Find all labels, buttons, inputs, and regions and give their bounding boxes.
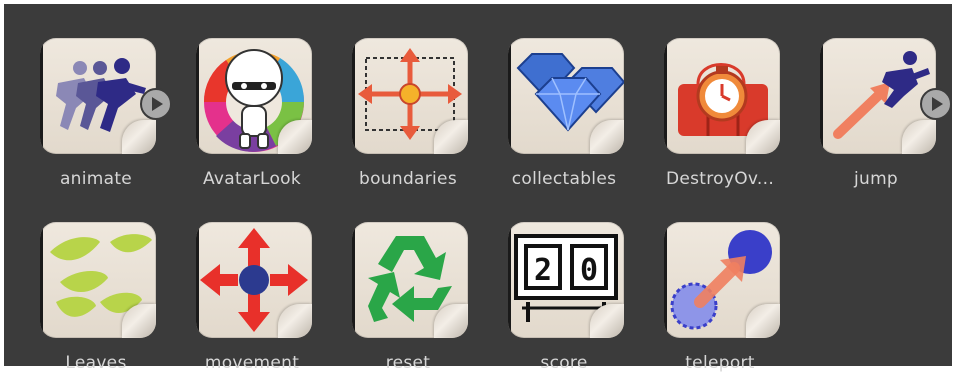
asset-item-destroyov[interactable]: DestroyOv... — [636, 12, 786, 189]
asset-label: boundaries — [359, 169, 457, 189]
asset-label: Leaves — [65, 353, 127, 373]
asset-thumbnail[interactable] — [820, 38, 936, 154]
asset-label: jump — [853, 169, 899, 189]
asset-thumbnail[interactable] — [664, 222, 780, 338]
asset-label: DestroyOv... — [665, 169, 775, 189]
asset-label: score — [540, 353, 588, 373]
move-arrows-icon — [200, 228, 308, 332]
recycle-icon — [368, 236, 452, 322]
asset-item-reset[interactable]: reset — [324, 196, 474, 373]
asset-thumbnail[interactable] — [196, 222, 312, 338]
asset-label: reset — [385, 353, 431, 373]
asset-item-animate[interactable]: animate — [12, 12, 172, 189]
asset-label: animate — [59, 169, 133, 189]
asset-item-jump[interactable]: jump — [792, 12, 952, 189]
asset-item-score[interactable]: 2 0 score — [480, 196, 630, 373]
running-figures-icon — [56, 58, 146, 132]
asset-thumbnail[interactable] — [352, 38, 468, 154]
asset-item-movement[interactable]: movement — [168, 196, 318, 373]
leaves-icon — [50, 234, 152, 317]
boundary-arrows-icon — [358, 48, 462, 140]
asset-item-boundaries[interactable]: boundaries — [324, 12, 474, 189]
asset-browser-panel: animate AvatarLook boundaries collectabl… — [4, 4, 952, 373]
asset-thumbnail[interactable] — [196, 38, 312, 154]
asset-label: collectables — [511, 169, 617, 189]
asset-thumbnail[interactable] — [664, 38, 780, 154]
score-digit-1: 2 — [534, 253, 552, 288]
scoreboard-icon: 2 0 — [514, 234, 618, 322]
asset-thumbnail[interactable] — [508, 38, 624, 154]
avatar-color-wheel-icon — [203, 49, 305, 152]
jumping-figure-icon — [833, 51, 930, 139]
gems-icon — [516, 53, 624, 132]
asset-item-leaves[interactable]: Leaves — [12, 196, 162, 373]
asset-thumbnail[interactable] — [40, 38, 156, 154]
asset-thumbnail[interactable] — [40, 222, 156, 338]
expand-arrow-button[interactable] — [920, 88, 952, 120]
asset-label: movement — [204, 353, 300, 373]
asset-item-avatarlook[interactable]: AvatarLook — [168, 12, 318, 189]
bomb-timer-icon — [678, 63, 768, 136]
asset-thumbnail[interactable]: 2 0 — [508, 222, 624, 338]
asset-label: teleport — [685, 353, 755, 373]
teleport-icon — [670, 230, 772, 330]
score-digit-2: 0 — [580, 253, 598, 288]
asset-label: AvatarLook — [202, 169, 301, 189]
asset-thumbnail[interactable] — [352, 222, 468, 338]
asset-item-teleport[interactable]: teleport — [636, 196, 786, 373]
asset-item-collectables[interactable]: collectables — [480, 12, 630, 189]
